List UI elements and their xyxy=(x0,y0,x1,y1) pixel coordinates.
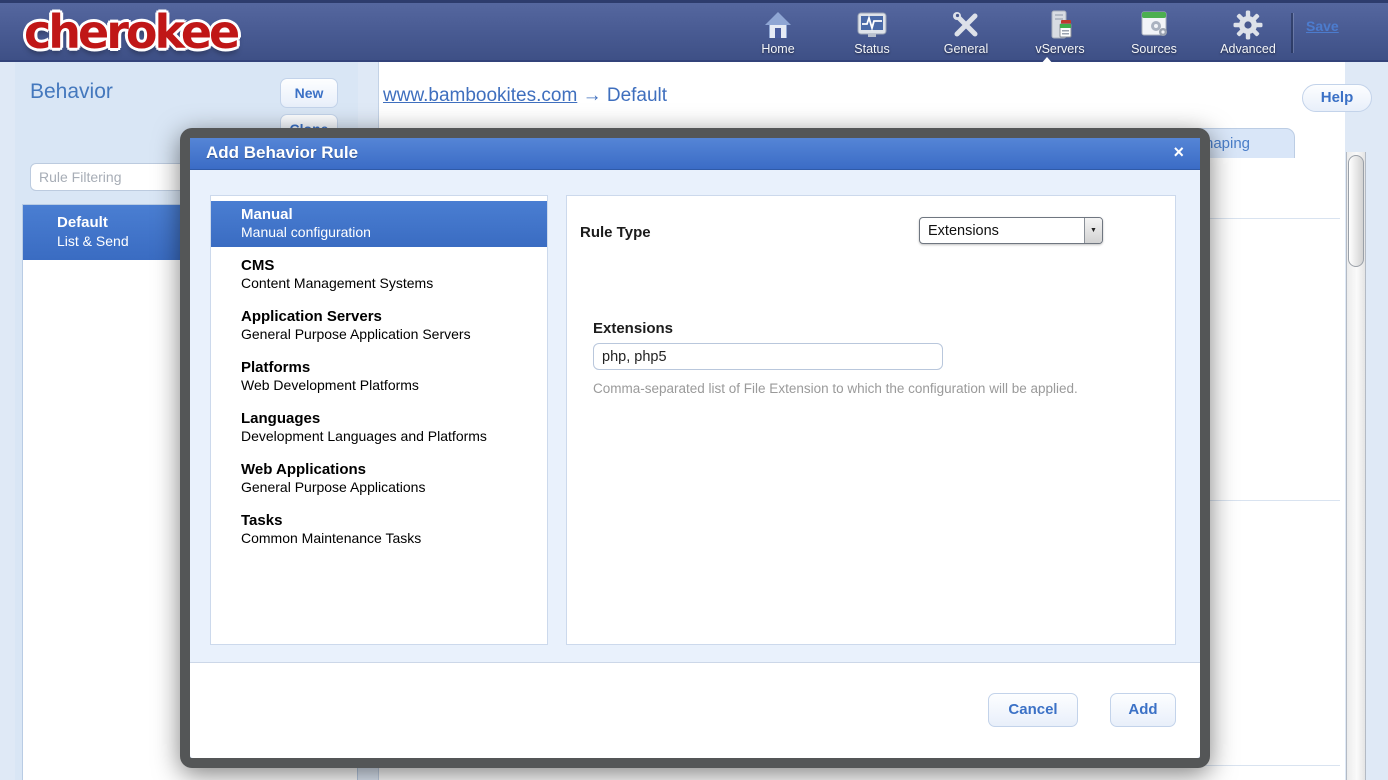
breadcrumb: www.bambookites.com → Default xyxy=(383,85,667,107)
rule-type-select[interactable]: Extensions ▼ xyxy=(919,217,1103,244)
category-title: Platforms xyxy=(241,359,539,376)
nav-separator xyxy=(1291,13,1293,53)
category-item-application-servers[interactable]: Application Servers General Purpose Appl… xyxy=(211,303,547,349)
category-subtitle: Web Development Platforms xyxy=(241,377,539,393)
rule-form-panel: Rule Type Extensions ▼ Extensions Comma-… xyxy=(566,195,1176,645)
extensions-label: Extensions xyxy=(593,320,673,337)
rule-type-label: Rule Type xyxy=(580,224,651,241)
breadcrumb-vserver-link[interactable]: www.bambookites.com xyxy=(383,85,577,106)
nav-item-home[interactable]: Home xyxy=(742,9,814,56)
nav-item-status[interactable]: Status xyxy=(836,9,908,56)
extensions-input[interactable] xyxy=(593,343,943,370)
category-item-cms[interactable]: CMS Content Management Systems xyxy=(211,252,547,298)
advanced-icon xyxy=(1232,9,1264,41)
category-subtitle: General Purpose Application Servers xyxy=(241,326,539,342)
breadcrumb-current: Default xyxy=(607,85,667,106)
home-icon xyxy=(762,9,794,41)
category-item-web-applications[interactable]: Web Applications General Purpose Applica… xyxy=(211,456,547,502)
category-title: Manual xyxy=(241,206,539,223)
nav-item-advanced[interactable]: Advanced xyxy=(1212,9,1284,56)
add-behavior-rule-dialog: Add Behavior Rule × Manual Manual config… xyxy=(180,128,1210,768)
vservers-icon xyxy=(1044,9,1076,41)
breadcrumb-arrow-icon: → xyxy=(583,85,602,106)
category-subtitle: General Purpose Applications xyxy=(241,479,539,495)
sidebar-title: Behavior xyxy=(30,80,113,104)
status-icon xyxy=(856,9,888,41)
nav-item-vservers[interactable]: vServers xyxy=(1024,9,1096,56)
dialog-title: Add Behavior Rule xyxy=(206,143,358,163)
nav-label: General xyxy=(944,42,988,56)
category-title: CMS xyxy=(241,257,539,274)
category-title: Application Servers xyxy=(241,308,539,325)
nav-item-sources[interactable]: Sources xyxy=(1118,9,1190,56)
category-item-languages[interactable]: Languages Development Languages and Plat… xyxy=(211,405,547,451)
nav-label: vServers xyxy=(1035,42,1084,56)
nav-item-general[interactable]: General xyxy=(930,9,1002,56)
dialog-body: Manual Manual configuration CMS Content … xyxy=(190,170,1200,662)
new-rule-button[interactable]: New xyxy=(280,78,338,108)
nav-label: Status xyxy=(854,42,889,56)
category-subtitle: Manual configuration xyxy=(241,224,539,240)
nav-menu: Home Status General xyxy=(742,9,1284,56)
category-subtitle: Development Languages and Platforms xyxy=(241,428,539,444)
category-subtitle: Content Management Systems xyxy=(241,275,539,291)
cherokee-admin-page: Behavior New Clone Default List & Send w… xyxy=(0,0,1388,780)
category-subtitle: Common Maintenance Tasks xyxy=(241,530,539,546)
category-item-tasks[interactable]: Tasks Common Maintenance Tasks xyxy=(211,507,547,553)
chevron-down-icon: ▼ xyxy=(1084,218,1102,243)
dialog-header: Add Behavior Rule × xyxy=(190,138,1200,170)
close-icon[interactable]: × xyxy=(1173,142,1184,163)
cancel-button[interactable]: Cancel xyxy=(988,693,1078,727)
category-item-platforms[interactable]: Platforms Web Development Platforms xyxy=(211,354,547,400)
nav-label: Advanced xyxy=(1220,42,1276,56)
help-button[interactable]: Help xyxy=(1302,84,1372,112)
top-navigation-bar: cherokee Home Status xyxy=(0,0,1388,62)
category-title: Web Applications xyxy=(241,461,539,478)
rule-type-value: Extensions xyxy=(920,223,1084,239)
nav-label: Sources xyxy=(1131,42,1177,56)
extensions-help-text: Comma-separated list of File Extension t… xyxy=(593,381,1078,396)
scrollbar-track[interactable] xyxy=(1346,152,1366,780)
general-icon xyxy=(950,9,982,41)
scrollbar-thumb[interactable] xyxy=(1348,155,1364,267)
sources-icon xyxy=(1138,9,1170,41)
category-item-manual[interactable]: Manual Manual configuration xyxy=(211,201,547,247)
save-link[interactable]: Save xyxy=(1306,18,1339,34)
category-title: Languages xyxy=(241,410,539,427)
rule-category-list: Manual Manual configuration CMS Content … xyxy=(210,195,548,645)
cherokee-logo: cherokee xyxy=(24,5,237,59)
dialog-footer: Cancel Add xyxy=(190,662,1200,758)
add-button[interactable]: Add xyxy=(1110,693,1176,727)
nav-label: Home xyxy=(761,42,794,56)
active-nav-indicator xyxy=(1040,57,1054,65)
category-title: Tasks xyxy=(241,512,539,529)
